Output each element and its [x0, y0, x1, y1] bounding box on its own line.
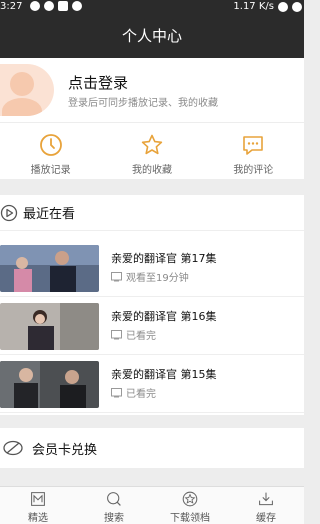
list-item[interactable]: 亲爱的翻译官 第16集 已看完 [0, 297, 304, 355]
watch-progress: 已看完 [111, 385, 156, 400]
episode-title: 亲爱的翻译官 第16集 [111, 310, 217, 323]
login-panel[interactable]: 点击登录 登录后可同步播放记录、我的收藏 [0, 58, 304, 122]
notification-icon [30, 1, 40, 11]
tv-icon [111, 329, 122, 339]
image-icon [58, 1, 68, 11]
status-bar: 3:27 1.17 K/s [0, 0, 304, 14]
tv-icon [111, 387, 122, 397]
download-icon [259, 492, 273, 506]
tab-search-label: 搜索 [104, 513, 124, 524]
featured-icon [31, 492, 45, 506]
wifi-icon [292, 2, 302, 12]
status-time: 3:27 [0, 1, 23, 12]
tab-cache[interactable]: 缓存 [228, 487, 304, 524]
watch-progress: 观看至19分钟 [111, 269, 189, 284]
recent-header: 最近在看 [0, 195, 304, 231]
recent-section: 最近在看 亲爱的翻译官 第17集 观看至19分钟 亲爱的翻译官 第16集 已看完 [0, 195, 304, 415]
list-item[interactable]: 亲爱的翻译官 第15集 已看完 [0, 355, 304, 413]
star-tab-icon [182, 491, 198, 507]
favorites-button[interactable]: 我的收藏 [101, 123, 202, 179]
page-title: 个人中心 [0, 14, 304, 58]
avatar[interactable] [0, 64, 54, 116]
network-speed: 1.17 K/s [233, 1, 274, 12]
tab-featured[interactable]: 精选 [0, 487, 76, 524]
play-history-button[interactable]: 播放记录 [0, 123, 101, 179]
member-card-redeem[interactable]: 会员卡兑换 [0, 428, 304, 468]
tab-featured-label: 精选 [28, 513, 48, 524]
favorites-label: 我的收藏 [131, 165, 172, 176]
comments-label: 我的评论 [233, 165, 274, 176]
video-thumbnail[interactable] [0, 303, 99, 350]
tab-download-points[interactable]: 下载领档 [152, 487, 228, 524]
play-history-label: 播放记录 [30, 165, 71, 176]
list-item[interactable]: 亲爱的翻译官 第17集 观看至19分钟 [0, 239, 304, 297]
tab-download-points-label: 下载领档 [170, 513, 210, 524]
progress-text: 已看完 [126, 331, 156, 342]
episode-title: 亲爱的翻译官 第17集 [111, 252, 217, 265]
bottom-tab-bar: 精选 搜索 下载领档 缓存 [0, 486, 304, 524]
tv-icon [111, 271, 122, 281]
tab-cache-label: 缓存 [256, 513, 276, 524]
tab-search[interactable]: 搜索 [76, 487, 152, 524]
status-right: 1.17 K/s [233, 0, 302, 14]
episode-title: 亲爱的翻译官 第15集 [111, 368, 217, 381]
chat-icon [44, 1, 54, 11]
comment-icon [243, 136, 264, 155]
comments-button[interactable]: 我的评论 [203, 123, 304, 179]
cloud-icon [72, 1, 82, 11]
video-thumbnail[interactable] [0, 245, 99, 292]
progress-text: 观看至19分钟 [126, 273, 189, 284]
clock-icon [39, 134, 62, 156]
star-icon [141, 134, 163, 155]
recent-title: 最近在看 [23, 207, 76, 222]
login-subtitle: 登录后可同步播放记录、我的收藏 [68, 98, 218, 109]
search-icon [107, 492, 121, 506]
ticket-icon [3, 440, 23, 456]
video-thumbnail[interactable] [0, 361, 99, 408]
status-icons [30, 1, 82, 11]
progress-text: 已看完 [126, 389, 156, 400]
watch-progress: 已看完 [111, 327, 156, 342]
login-title[interactable]: 点击登录 [68, 72, 128, 93]
alarm-icon [278, 2, 288, 12]
play-icon [0, 204, 18, 221]
member-label: 会员卡兑换 [32, 442, 98, 458]
quick-actions: 播放记录 我的收藏 我的评论 [0, 123, 304, 179]
